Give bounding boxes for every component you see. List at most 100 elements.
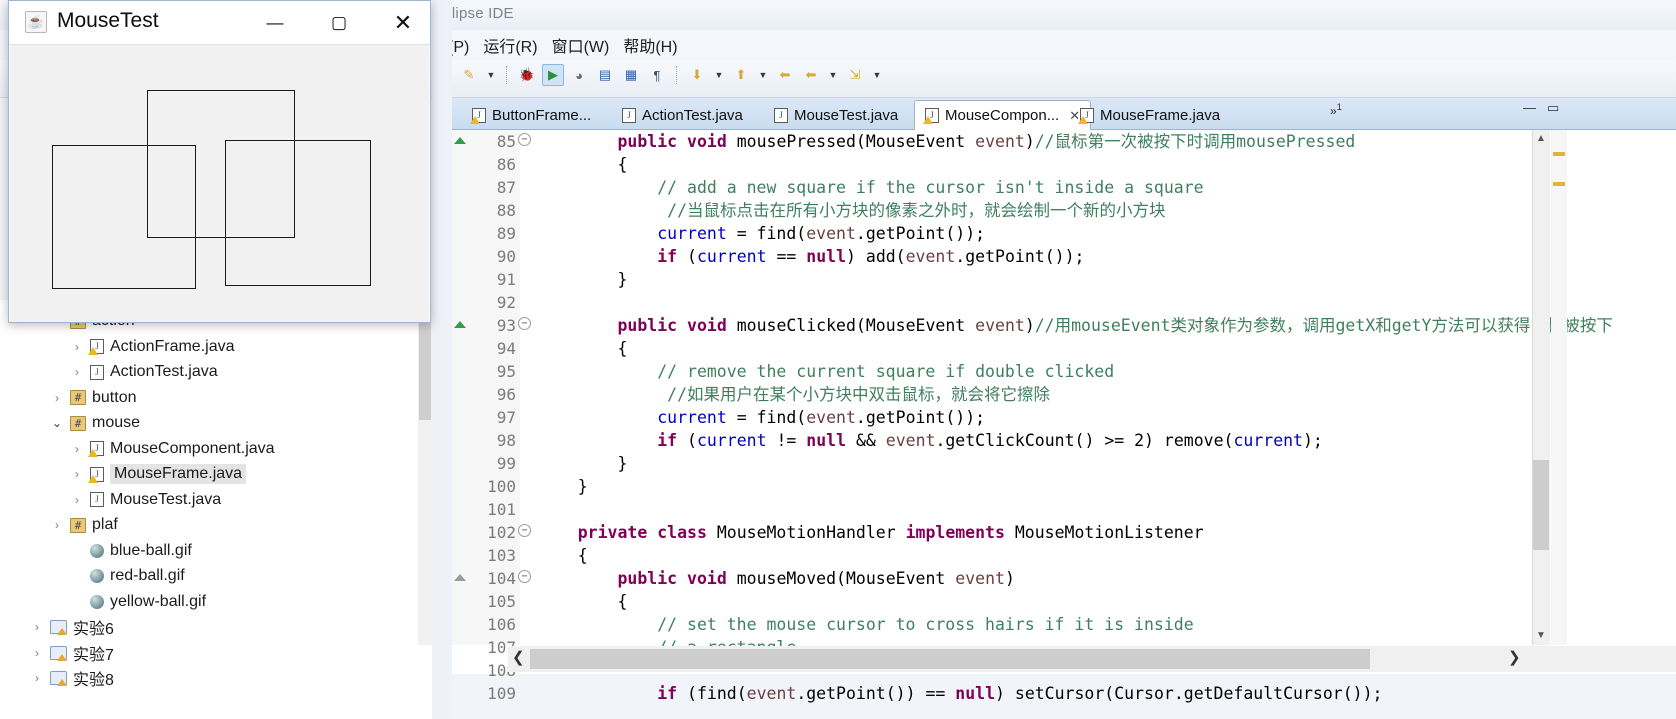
- code-line[interactable]: 104− public void mouseMoved(MouseEvent e…: [452, 567, 1676, 590]
- chevron-right-icon[interactable]: ›: [70, 442, 84, 456]
- menu-item-run[interactable]: 运行(R): [483, 33, 537, 57]
- chevron-right-icon[interactable]: ›: [70, 340, 84, 354]
- code-line[interactable]: 106 // set the mouse cursor to cross hai…: [452, 613, 1676, 636]
- new-java-project-icon[interactable]: ▤: [594, 64, 616, 86]
- chevron-down-icon[interactable]: ▼: [826, 65, 840, 85]
- editor-overview-ruler[interactable]: [1551, 130, 1567, 645]
- code-line[interactable]: 93− public void mouseClicked(MouseEvent …: [452, 314, 1676, 337]
- code-line[interactable]: 96 //如果用户在某个小方块中双击鼠标，就会将它擦除: [452, 383, 1676, 406]
- editor-vertical-scrollbar[interactable]: [1532, 130, 1550, 645]
- editor-tab-0[interactable]: J ButtonFrame...: [462, 101, 601, 130]
- code-line[interactable]: 95 // remove the current square if doubl…: [452, 360, 1676, 383]
- editor-tab-2[interactable]: J MouseTest.java: [764, 101, 908, 130]
- overview-warning-marker[interactable]: [1553, 152, 1565, 156]
- tree-item-2[interactable]: › J ActionTest.java: [70, 359, 218, 385]
- fold-toggle-icon[interactable]: −: [518, 524, 531, 537]
- tree-item-5[interactable]: › J MouseComponent.java: [70, 436, 275, 462]
- code-line[interactable]: 109 if (find(event.getPoint()) == null) …: [452, 682, 1676, 705]
- code-line[interactable]: 85− public void mousePressed(MouseEvent …: [452, 130, 1676, 153]
- fold-toggle-icon[interactable]: −: [518, 133, 531, 146]
- code-line[interactable]: 89 current = find(event.getPoint());: [452, 222, 1676, 245]
- back-icon[interactable]: ⬅: [774, 64, 796, 86]
- tab-overflow-button[interactable]: »1: [1330, 102, 1342, 118]
- chevron-right-icon[interactable]: ›: [70, 365, 84, 379]
- code-line[interactable]: 100 }: [452, 475, 1676, 498]
- code-line[interactable]: 105 {: [452, 590, 1676, 613]
- menu-item-window[interactable]: 窗口(W): [552, 33, 610, 57]
- chevron-down-icon[interactable]: ▼: [484, 65, 498, 85]
- next-annotation-icon[interactable]: ⬇: [686, 64, 708, 86]
- code-line[interactable]: 101: [452, 498, 1676, 521]
- tree-item-10[interactable]: red-ball.gif: [70, 563, 185, 589]
- code-line[interactable]: 90 if (current == null) add(event.getPoi…: [452, 245, 1676, 268]
- scroll-left-icon[interactable]: ❮: [512, 648, 525, 666]
- run-icon[interactable]: ▶: [542, 64, 564, 86]
- editor-tab-1[interactable]: J ActionTest.java: [612, 101, 753, 130]
- mousetest-window[interactable]: ☕ MouseTest — ▢ ✕: [8, 0, 431, 323]
- code-line[interactable]: 103 {: [452, 544, 1676, 567]
- minimize-button[interactable]: —: [248, 1, 302, 44]
- code-line[interactable]: 86 {: [452, 153, 1676, 176]
- package-explorer-tree[interactable]: action›JActionFrame.java›JActionTest.jav…: [0, 300, 432, 719]
- chevron-right-icon[interactable]: ›: [70, 467, 84, 481]
- code-line[interactable]: 98 if (current != null && event.getClick…: [452, 429, 1676, 452]
- scroll-down-icon[interactable]: ▼: [1533, 628, 1549, 644]
- debug-icon[interactable]: 🐞: [516, 64, 538, 86]
- tree-item-13[interactable]: › 实验7: [30, 640, 114, 666]
- mouse-component-canvas[interactable]: [10, 45, 429, 322]
- tree-item-11[interactable]: yellow-ball.gif: [70, 589, 206, 615]
- close-button[interactable]: ✕: [376, 1, 430, 44]
- code-line[interactable]: 99 }: [452, 452, 1676, 475]
- code-line[interactable]: 102− private class MouseMotionHandler im…: [452, 521, 1676, 544]
- forward-icon[interactable]: ⬅: [800, 64, 822, 86]
- pencil-icon[interactable]: ✎: [458, 64, 480, 86]
- drawn-square-1[interactable]: [52, 145, 196, 289]
- previous-annotation-icon[interactable]: ⬆: [730, 64, 752, 86]
- jump-icon[interactable]: ⇲: [844, 64, 866, 86]
- drawn-square-2[interactable]: [225, 140, 371, 286]
- chevron-down-icon[interactable]: ▼: [870, 65, 884, 85]
- code-line[interactable]: 92: [452, 291, 1676, 314]
- new-class-icon[interactable]: ▦: [620, 64, 642, 86]
- view-divider[interactable]: [432, 0, 452, 719]
- tree-item-4[interactable]: ⌄ mouse: [50, 410, 140, 436]
- tree-item-12[interactable]: › 实验6: [30, 614, 114, 640]
- tree-item-9[interactable]: blue-ball.gif: [70, 538, 192, 564]
- editor-maximize-button[interactable]: ▭: [1547, 100, 1559, 116]
- chevron-right-icon[interactable]: ›: [50, 518, 64, 532]
- tree-item-1[interactable]: › J ActionFrame.java: [70, 334, 235, 360]
- tree-item-8[interactable]: › plaf: [50, 512, 118, 538]
- chevron-right-icon[interactable]: ›: [30, 671, 44, 685]
- chevron-right-icon[interactable]: ›: [30, 646, 44, 660]
- scroll-right-icon[interactable]: ❯: [1508, 648, 1521, 666]
- run-external-icon[interactable]: ◕: [568, 64, 590, 86]
- chevron-right-icon[interactable]: ›: [50, 391, 64, 405]
- editor-tab-4[interactable]: J MouseFrame.java: [1070, 101, 1230, 130]
- code-lines-container[interactable]: 85− public void mousePressed(MouseEvent …: [452, 130, 1676, 703]
- mousetest-titlebar[interactable]: ☕ MouseTest — ▢ ✕: [9, 1, 430, 45]
- chevron-right-icon[interactable]: ›: [70, 493, 84, 507]
- pilcrow-icon[interactable]: ¶: [646, 64, 668, 86]
- maximize-button[interactable]: ▢: [312, 1, 366, 44]
- code-line[interactable]: 97 current = find(event.getPoint());: [452, 406, 1676, 429]
- chevron-down-icon[interactable]: ▼: [756, 65, 770, 85]
- tree-item-6[interactable]: › J MouseFrame.java: [70, 461, 247, 487]
- editor-tab-3[interactable]: J MouseCompon... ✕: [914, 100, 1092, 130]
- code-line[interactable]: 88 //当鼠标点击在所有小方块的像素之外时，就会绘制一个新的小方块: [452, 199, 1676, 222]
- tree-item-14[interactable]: › 实验8: [30, 665, 114, 691]
- code-line[interactable]: 94 {: [452, 337, 1676, 360]
- scroll-up-icon[interactable]: ▲: [1533, 131, 1549, 147]
- menu-item-help[interactable]: 帮助(H): [623, 33, 677, 57]
- chevron-right-icon[interactable]: ›: [30, 620, 44, 634]
- code-line[interactable]: 91 }: [452, 268, 1676, 291]
- editor-minimize-button[interactable]: —: [1523, 100, 1536, 115]
- fold-toggle-icon[interactable]: −: [518, 570, 531, 583]
- editor-vscroll-thumb[interactable]: [1533, 460, 1549, 550]
- chevron-down-icon[interactable]: ⌄: [50, 416, 64, 430]
- tree-item-3[interactable]: › button: [50, 385, 136, 411]
- overview-warning-marker[interactable]: [1553, 182, 1565, 186]
- chevron-down-icon[interactable]: ▼: [712, 65, 726, 85]
- editor-hscroll-thumb[interactable]: [530, 649, 1370, 669]
- code-line[interactable]: 87 // add a new square if the cursor isn…: [452, 176, 1676, 199]
- tree-item-7[interactable]: › J MouseTest.java: [70, 487, 221, 513]
